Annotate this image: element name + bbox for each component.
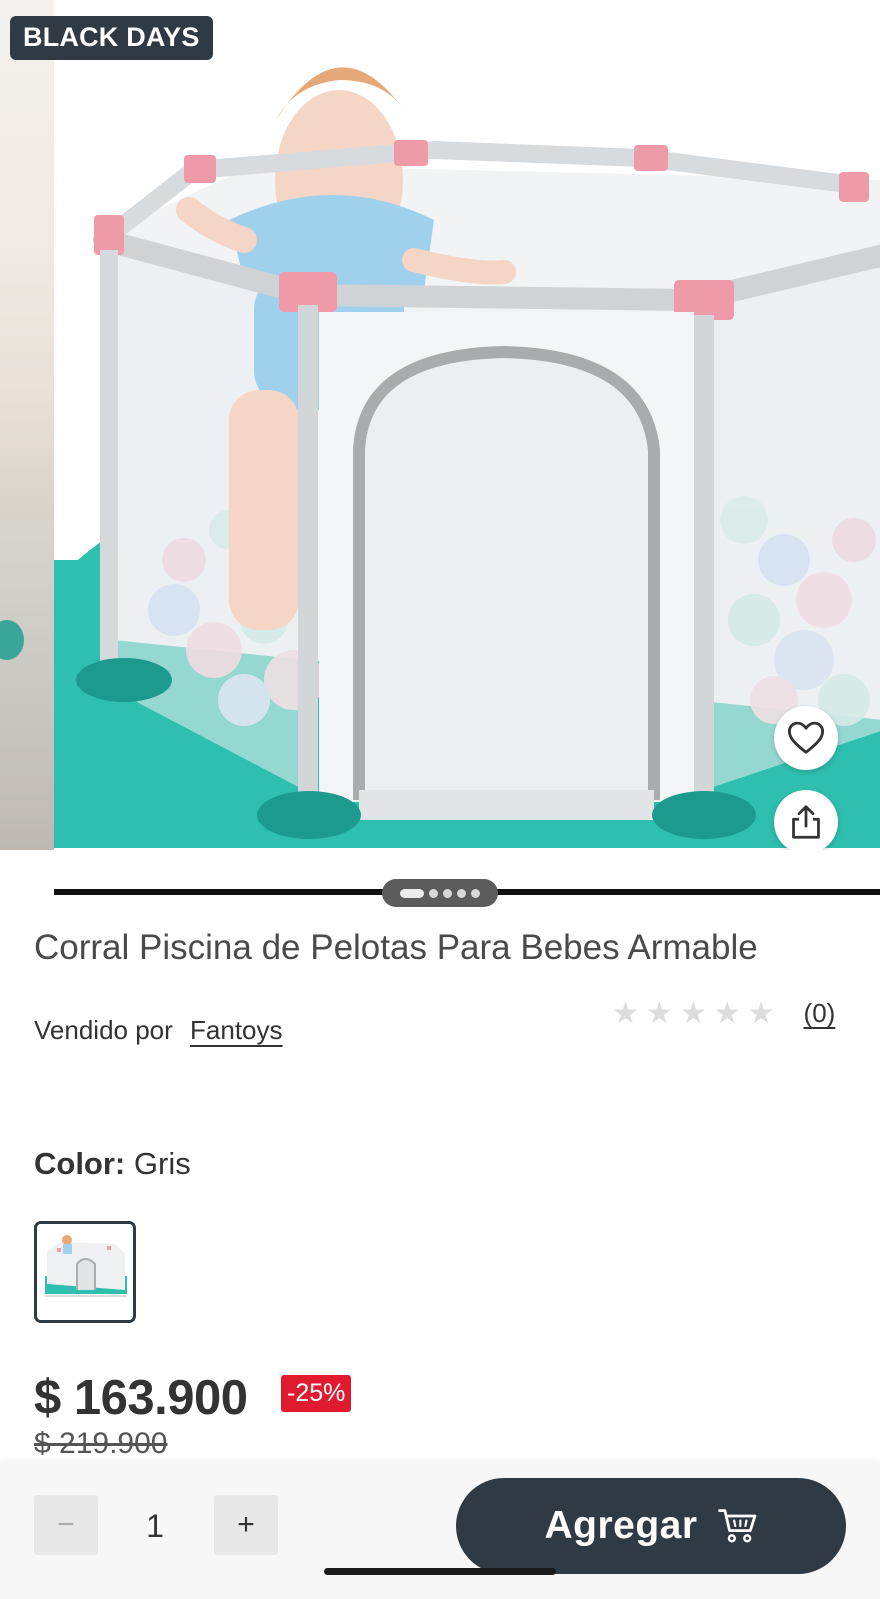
quantity-value[interactable]: 1: [118, 1508, 192, 1545]
sold-by-label: Vendido por: [34, 1015, 173, 1045]
swatch-thumbnail: [37, 1224, 133, 1320]
color-swatch-gris[interactable]: [34, 1221, 136, 1323]
cart-icon: [717, 1509, 756, 1543]
pagination-dot[interactable]: [429, 888, 438, 898]
color-value: Gris: [133, 1146, 191, 1181]
color-label: Color:: [34, 1146, 126, 1181]
star-icon: ★: [645, 996, 673, 1030]
black-days-badge: BLACK DAYS: [10, 16, 213, 60]
product-gallery[interactable]: BLACK DAYS: [0, 0, 880, 850]
discount-badge: -25%: [281, 1375, 352, 1412]
share-button[interactable]: [774, 790, 838, 850]
add-to-cart-button[interactable]: Agregar: [456, 1478, 846, 1574]
favorite-button[interactable]: [774, 706, 838, 770]
previous-slide-peek: [0, 0, 54, 850]
playpen-illustration: [54, 67, 880, 848]
rating-stars[interactable]: ★ ★ ★ ★ ★ (0): [612, 998, 835, 1029]
star-icon: ★: [679, 996, 707, 1030]
seller-link[interactable]: Fantoys: [190, 1015, 283, 1045]
product-image[interactable]: [54, 0, 880, 848]
pagination-dot[interactable]: [443, 888, 452, 898]
current-price: $ 163.900: [34, 1371, 248, 1425]
product-page: BLACK DAYS Corral Piscina de Pelotas Par…: [0, 0, 880, 1599]
pagination-dot-active[interactable]: [400, 888, 424, 898]
quantity-increase-button[interactable]: +: [214, 1495, 278, 1555]
pagination-dot[interactable]: [457, 888, 466, 898]
color-selection-label: Color: Gris: [34, 1146, 191, 1182]
home-indicator: [324, 1568, 556, 1575]
pagination-dot[interactable]: [471, 888, 480, 898]
share-icon: [792, 805, 820, 839]
product-title: Corral Piscina de Pelotas Para Bebes Arm…: [34, 928, 758, 967]
star-icon: ★: [747, 996, 775, 1030]
sold-by: Vendido por Fantoys: [34, 1015, 283, 1046]
star-icon: ★: [713, 996, 741, 1030]
heart-icon: [787, 721, 825, 754]
quantity-decrease-button[interactable]: −: [34, 1495, 98, 1555]
star-icon: ★: [612, 996, 639, 1030]
original-price: $ 219.900: [34, 1427, 168, 1460]
reviews-count-link[interactable]: (0): [804, 998, 836, 1029]
add-to-cart-label: Agregar: [544, 1504, 698, 1547]
gallery-pagination[interactable]: [382, 879, 498, 907]
